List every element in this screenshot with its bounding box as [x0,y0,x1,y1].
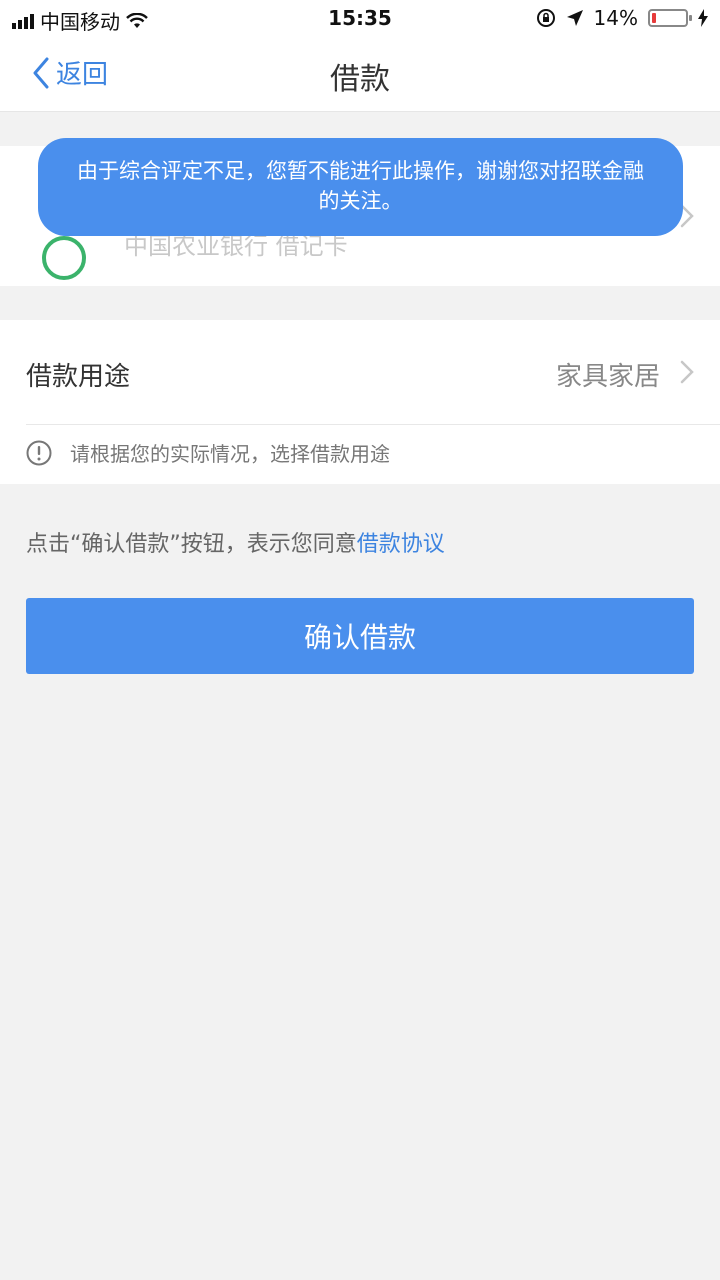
battery-percent: 14% [593,6,638,30]
info-icon [26,440,52,465]
back-label: 返回 [56,60,109,90]
bank-logo-icon [42,236,86,280]
back-button[interactable]: 返回 [32,54,108,91]
battery-level-fill [652,13,656,23]
chevron-right-icon [680,360,694,384]
loan-purpose-card: 借款用途 家具家居 请根据您的实际情况，选择借款用途 [0,320,720,484]
loan-agreement-link[interactable]: 借款协议 [357,532,445,557]
loan-purpose-value: 家具家居 [555,362,660,392]
divider [26,424,720,425]
status-right: 14% [536,6,708,30]
loan-purpose-row[interactable]: 借款用途 家具家居 [0,320,720,424]
tip-text: 请根据您的实际情况，选择借款用途 [70,442,390,466]
rotation-lock-icon [536,9,555,27]
location-icon [566,10,583,26]
confirm-loan-button[interactable]: 确认借款 [26,598,694,674]
toast-message: 由于综合评定不足，您暂不能进行此操作，谢谢您对招联金融的关注。 [38,138,683,236]
chevron-left-icon [33,57,49,88]
loan-purpose-tip: 请根据您的实际情况，选择借款用途 [26,438,390,467]
agreement-prefix: 点击“确认借款”按钮，表示您同意 [26,532,357,557]
agreement-text: 点击“确认借款”按钮，表示您同意借款协议 [26,526,445,558]
loan-purpose-label: 借款用途 [26,362,131,392]
battery-icon [648,9,692,27]
status-bar: 中国移动 15:35 14% [0,0,720,36]
toast-text: 由于综合评定不足，您暂不能进行此操作，谢谢您对招联金融的关注。 [77,159,644,213]
charging-icon [698,9,708,27]
navigation-bar: 返回 借款 [0,36,720,112]
